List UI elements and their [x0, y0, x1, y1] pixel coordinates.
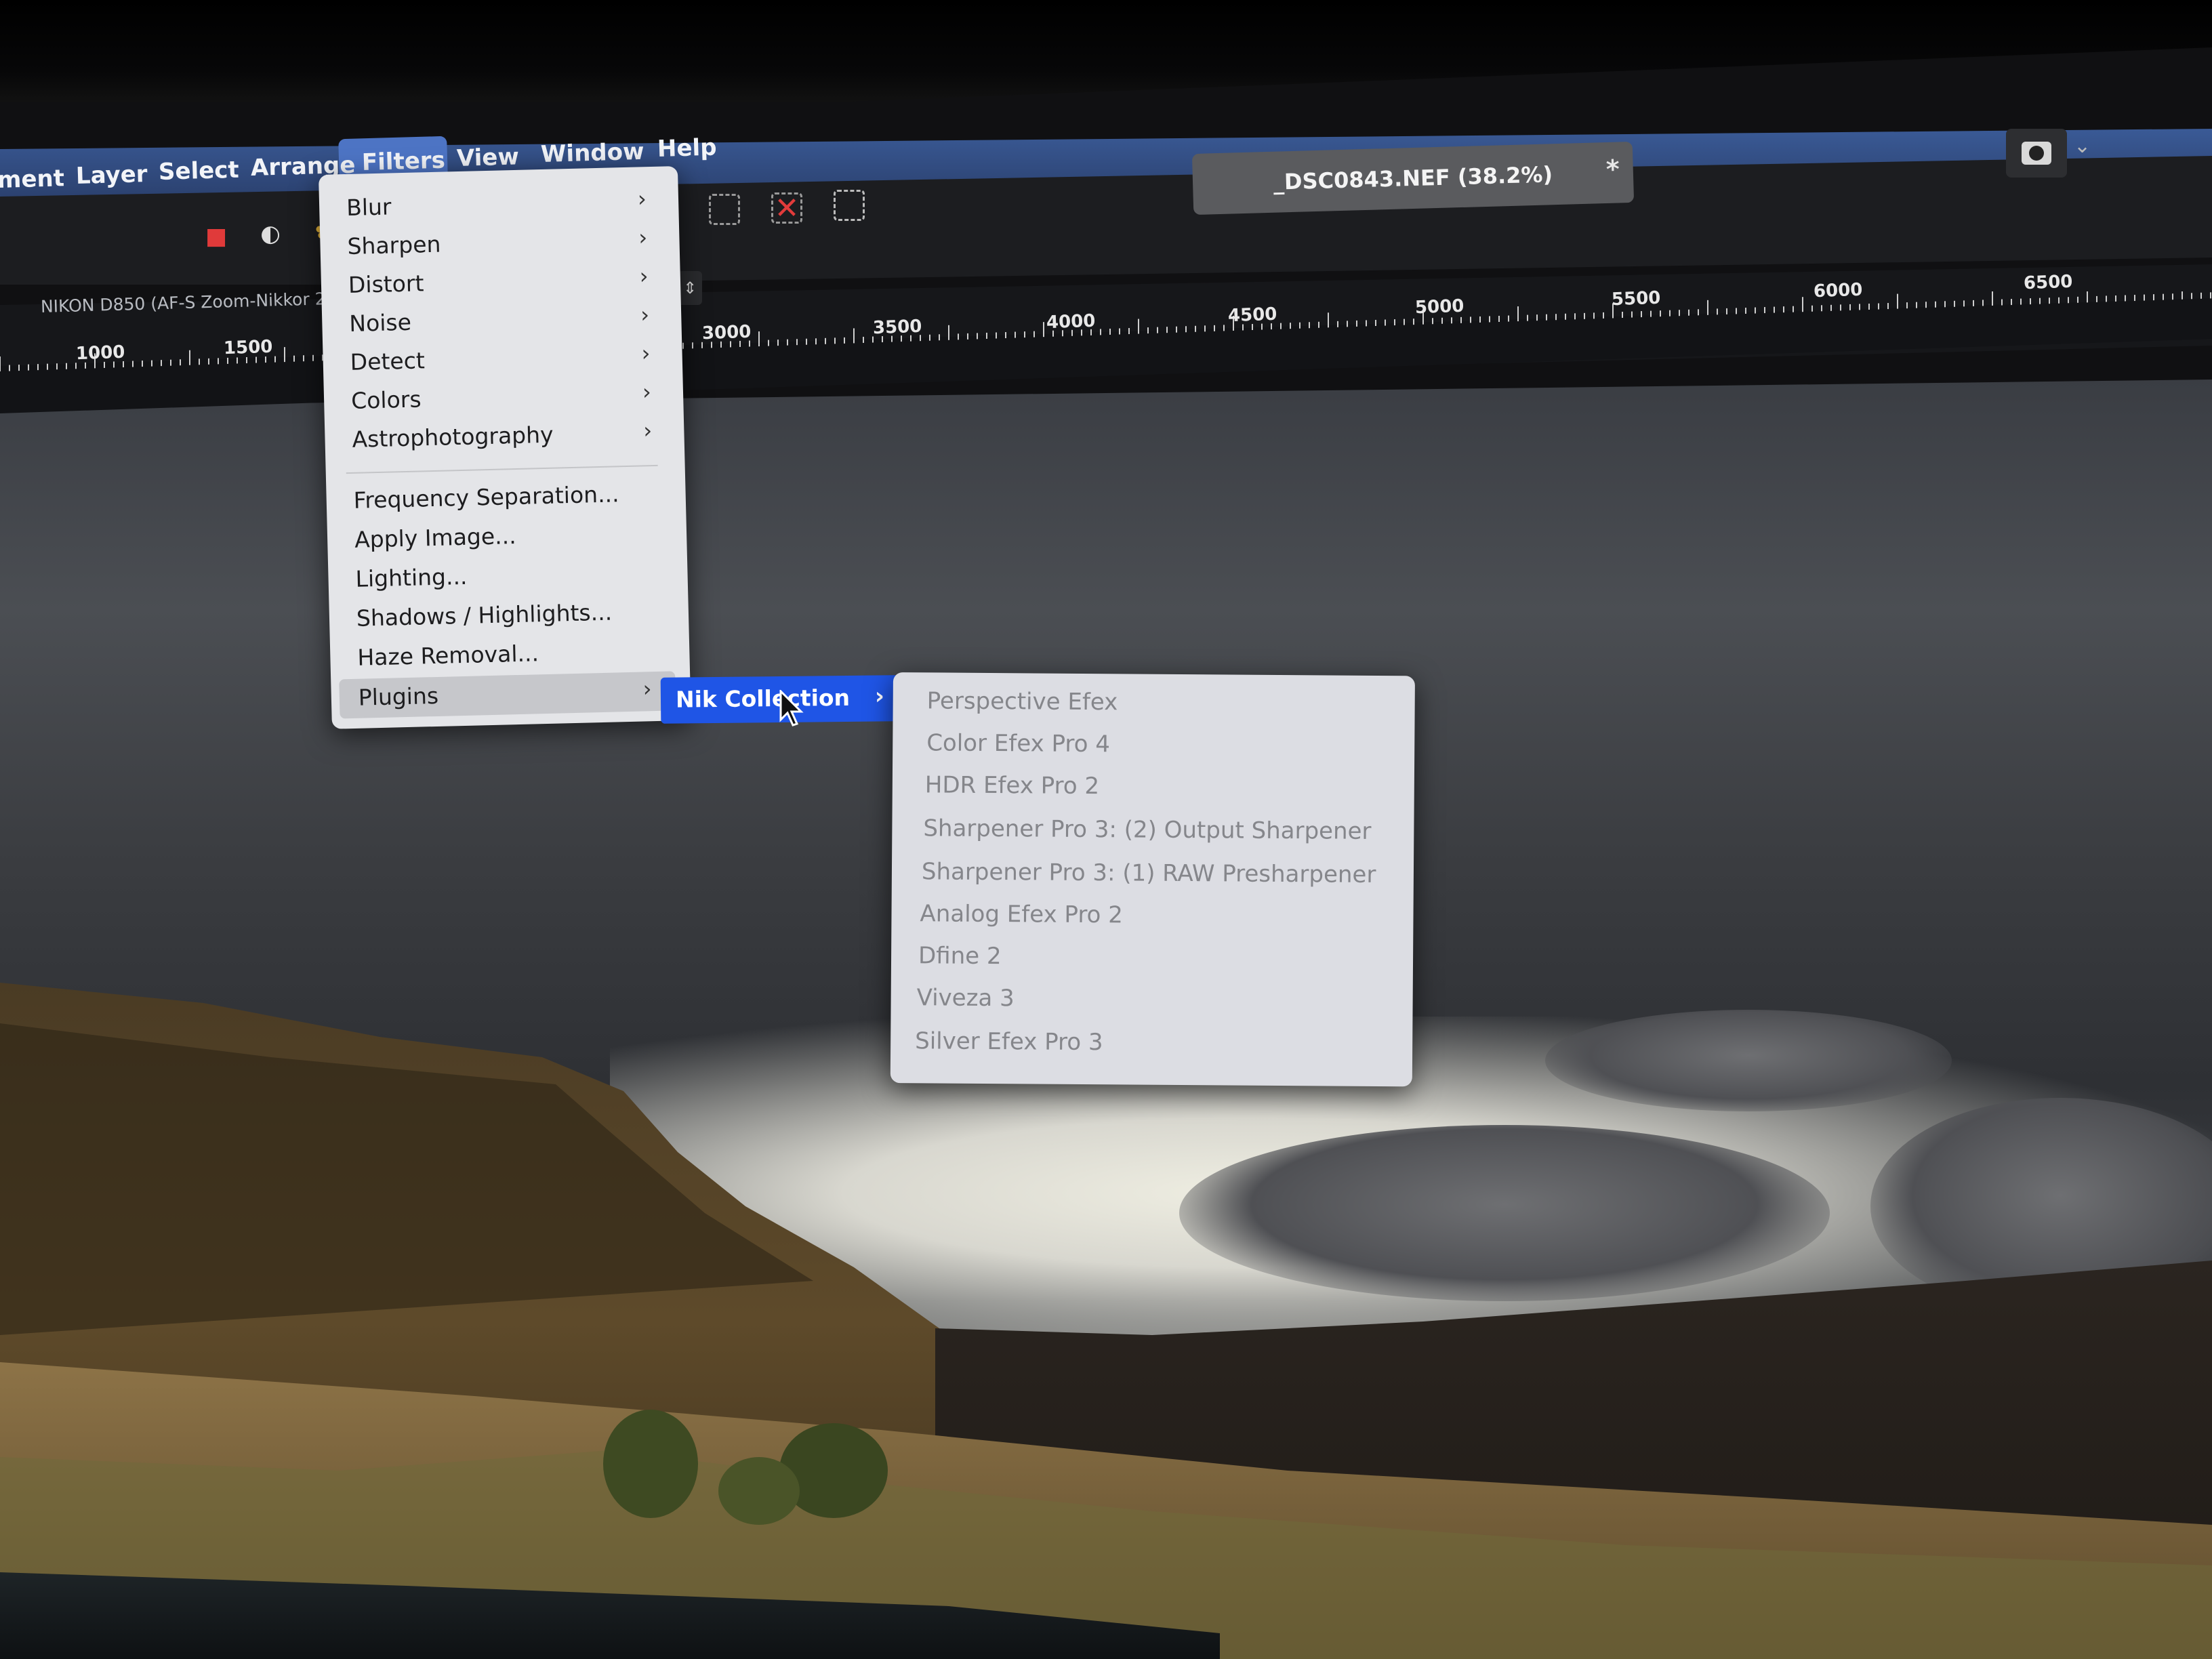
- menu-item-blur[interactable]: Blur: [346, 193, 392, 221]
- monitor-bezel: [0, 0, 2212, 102]
- chevron-right-icon: ›: [638, 224, 648, 251]
- menu-item-apply-image[interactable]: Apply Image...: [354, 523, 516, 553]
- filters-menu: Blur Sharpen Distort Noise Detect Colors…: [319, 166, 691, 729]
- invert-selection-icon[interactable]: [834, 190, 865, 221]
- menu-item-sharpen[interactable]: Sharpen: [347, 231, 441, 260]
- menu-select[interactable]: Select: [158, 157, 239, 186]
- menu-view[interactable]: View: [456, 143, 519, 172]
- menu-document[interactable]: ment: [0, 165, 64, 194]
- ruler-label: 6500: [2023, 271, 2073, 294]
- menu-item-plugins-label: Plugins: [358, 682, 439, 711]
- chevron-right-icon: ›: [641, 340, 651, 367]
- document-tab[interactable]: _DSC0843.NEF (38.2%) *: [1191, 141, 1635, 216]
- chevron-right-icon: ›: [642, 417, 653, 444]
- nik-item-hdr-efex-pro[interactable]: HDR Efex Pro 2: [925, 771, 1100, 800]
- menu-help[interactable]: Help: [657, 134, 717, 163]
- nik-collection-label: Nik Collection: [675, 684, 851, 713]
- ruler-label: 1000: [75, 342, 125, 365]
- marquee-select-icon[interactable]: [709, 194, 740, 225]
- chevron-right-icon: ›: [640, 302, 650, 328]
- menu-item-frequency-separation[interactable]: Frequency Separation...: [353, 480, 619, 514]
- ruler-label: 4500: [1227, 304, 1277, 327]
- contrast-icon[interactable]: ◐: [255, 218, 286, 249]
- ruler-label: 3000: [701, 321, 752, 344]
- deselect-icon[interactable]: ✕: [771, 191, 802, 226]
- chevron-right-icon: ›: [642, 676, 652, 702]
- menu-item-plugins[interactable]: Plugins ›: [339, 671, 676, 719]
- nik-item-sharpener-raw[interactable]: Sharpener Pro 3: (1) RAW Presharpener: [922, 858, 1376, 888]
- ruler-label: 3500: [872, 316, 922, 339]
- chevron-right-icon: ›: [637, 186, 647, 212]
- menu-window[interactable]: Window: [540, 138, 644, 168]
- nik-item-dfine[interactable]: Dfine 2: [918, 942, 1002, 970]
- ruler-label: 1500: [223, 336, 273, 359]
- camera-icon: [2022, 142, 2051, 165]
- nik-collection-menu: Perspective Efex Color Efex Pro 4 HDR Ef…: [890, 672, 1415, 1087]
- nik-item-analog-efex-pro[interactable]: Analog Efex Pro 2: [920, 900, 1123, 928]
- nik-item-color-efex-pro[interactable]: Color Efex Pro 4: [926, 729, 1110, 758]
- ruler-label: 5000: [1414, 295, 1465, 319]
- menu-separator: [346, 464, 658, 474]
- nik-item-viveza[interactable]: Viveza 3: [917, 984, 1015, 1012]
- chevron-down-icon[interactable]: ⌄: [2074, 134, 2091, 158]
- ruler-label: 5500: [1611, 287, 1661, 310]
- ruler-label: 4000: [1046, 310, 1096, 333]
- nik-item-perspective-efex[interactable]: Perspective Efex: [927, 687, 1118, 716]
- document-tab-title: _DSC0843.NEF (38.2%): [1273, 161, 1553, 195]
- menu-item-astrophotography[interactable]: Astrophotography: [352, 422, 554, 453]
- histogram-icon[interactable]: ■: [201, 221, 232, 252]
- monitor-screen: ment Layer Select Arrange Filters View W…: [0, 0, 2212, 1659]
- modified-star-icon[interactable]: *: [1605, 154, 1620, 184]
- camera-button[interactable]: [2006, 129, 2067, 178]
- chevron-right-icon: ›: [642, 379, 652, 405]
- menu-item-haze-removal[interactable]: Haze Removal...: [357, 640, 539, 671]
- menu-item-shadows-highlights[interactable]: Shadows / Highlights...: [356, 599, 613, 632]
- menu-layer[interactable]: Layer: [75, 161, 148, 190]
- nik-item-silver-efex-pro[interactable]: Silver Efex Pro 3: [915, 1027, 1103, 1056]
- nik-item-sharpener-output[interactable]: Sharpener Pro 3: (2) Output Sharpener: [923, 815, 1371, 845]
- menu-item-distort[interactable]: Distort: [348, 270, 424, 298]
- chevron-right-icon: ›: [874, 682, 885, 710]
- mouse-cursor-icon: [779, 690, 804, 726]
- menu-item-lighting[interactable]: Lighting...: [355, 563, 468, 592]
- menu-item-detect[interactable]: Detect: [350, 347, 425, 375]
- chevron-right-icon: ›: [639, 263, 649, 289]
- ruler-label: 6000: [1813, 279, 1863, 302]
- menu-item-noise[interactable]: Noise: [349, 309, 411, 337]
- menu-item-colors[interactable]: Colors: [351, 386, 422, 414]
